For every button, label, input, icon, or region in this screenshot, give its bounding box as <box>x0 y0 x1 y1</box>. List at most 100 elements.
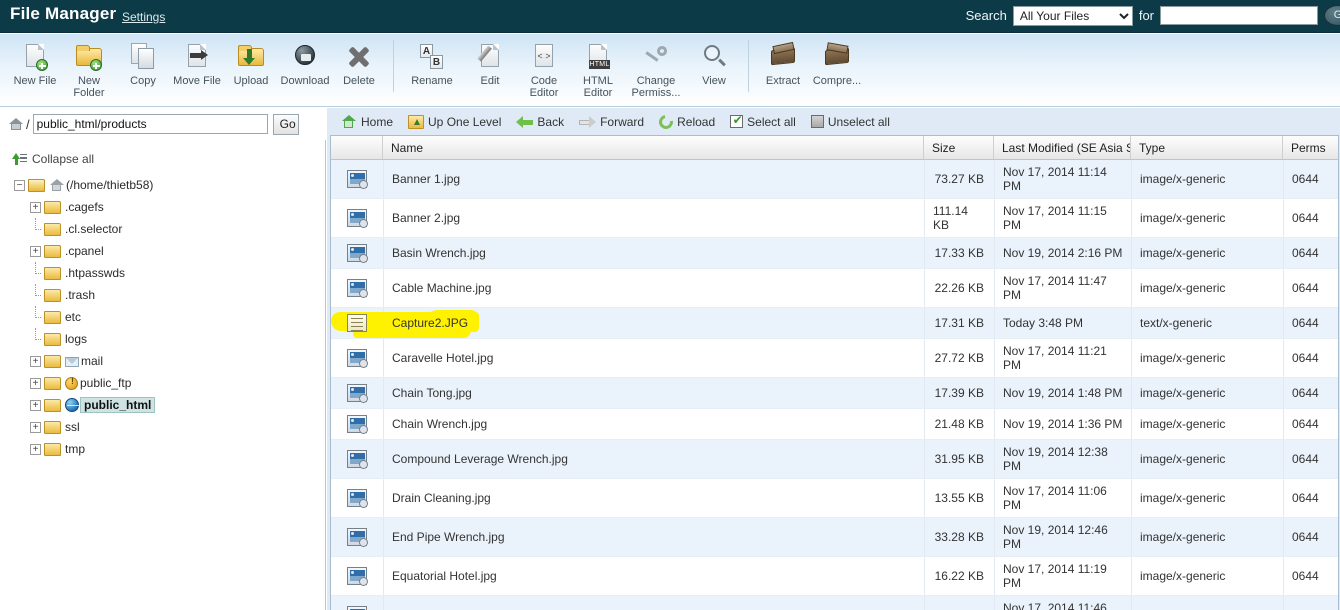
table-row[interactable]: Chain Tong.jpg 17.39 KB Nov 19, 2014 1:48 … <box>331 378 1338 409</box>
toolbar-copy[interactable]: Copy <box>116 38 170 99</box>
tree-node-tmp[interactable]: + tmp <box>0 438 326 460</box>
file-name-cell[interactable]: Caravelle Hotel.jpg <box>383 339 924 377</box>
nav-back[interactable]: Back <box>510 111 570 133</box>
file-icon-cell[interactable] <box>331 557 383 595</box>
toolbar-view[interactable]: View <box>687 38 741 99</box>
toolbar-extract[interactable]: Extract <box>756 38 810 99</box>
collapse-toggle-icon[interactable]: − <box>14 179 25 191</box>
toolbar-move-file[interactable]: Move File <box>170 38 224 99</box>
file-icon-cell[interactable] <box>331 479 383 517</box>
table-row[interactable]: Banner 2.jpg 111.14 KB Nov 17, 2014 11:15 … <box>331 199 1338 238</box>
expand-toggle-icon[interactable]: + <box>30 355 41 367</box>
nav-home[interactable]: Home <box>335 111 399 133</box>
tree-node--htpasswds[interactable]: .htpasswds <box>0 261 326 284</box>
toolbar-edit[interactable]: Edit <box>463 38 517 99</box>
file-icon-cell[interactable] <box>331 409 383 439</box>
tree-node--cl-selector[interactable]: .cl.selector <box>0 217 326 240</box>
file-icon-cell[interactable] <box>331 238 383 268</box>
table-row[interactable]: Basin Wrench.jpg 17.33 KB Nov 19, 2014 2:1… <box>331 238 1338 269</box>
file-perms-cell[interactable]: 0644 <box>1283 269 1338 307</box>
table-row[interactable]: Equatorial Hotel.jpg 16.22 KB Nov 17, 2014… <box>331 557 1338 596</box>
path-go-button[interactable]: Go <box>272 113 299 135</box>
file-icon-cell[interactable] <box>331 518 383 556</box>
table-row[interactable]: hand tools.jpg24.35 KBNov 17, 2014 11:46… <box>331 596 1338 610</box>
file-name-cell[interactable]: Chain Tong.jpg <box>383 378 924 408</box>
file-name-cell[interactable]: Basin Wrench.jpg <box>383 238 924 268</box>
toolbar-new-folder[interactable]: New Folder <box>62 38 116 99</box>
nav-unselect-all[interactable]: Unselect all <box>805 111 896 133</box>
expand-toggle-icon[interactable]: + <box>30 421 41 433</box>
toolbar-upload[interactable]: Upload <box>224 38 278 99</box>
expand-toggle-icon[interactable]: + <box>30 245 41 257</box>
nav-forward[interactable]: Forward <box>573 111 650 133</box>
search-input[interactable] <box>1160 6 1318 25</box>
path-input[interactable] <box>32 114 268 134</box>
toolbar-new-file[interactable]: New File <box>8 38 62 99</box>
tree-node--cpanel[interactable]: + .cpanel <box>0 240 326 262</box>
settings-link[interactable]: Settings <box>122 10 165 24</box>
file-name-cell[interactable]: Chain Wrench.jpg <box>383 409 924 439</box>
file-name-cell[interactable]: Capture2.JPG <box>353 308 924 338</box>
search-scope-select[interactable]: All Your Files <box>1012 5 1133 26</box>
column-header-size[interactable]: Size <box>924 136 994 159</box>
file-perms-cell[interactable]: 0644 <box>1283 160 1338 198</box>
tree-node--trash[interactable]: .trash <box>0 283 326 306</box>
nav-reload[interactable]: Reload <box>653 111 721 133</box>
file-name-cell[interactable]: Banner 1.jpg <box>383 160 924 198</box>
table-row[interactable]: Cable Machine.jpg 22.26 KB Nov 17, 2014 11… <box>331 269 1338 308</box>
file-icon-cell[interactable] <box>331 269 383 307</box>
file-icon-cell[interactable] <box>331 339 383 377</box>
file-name-cell[interactable]: Banner 2.jpg <box>383 199 924 237</box>
file-name-cell[interactable]: hand tools.jpg <box>383 596 924 610</box>
file-perms-cell[interactable]: 0644 <box>1283 199 1338 237</box>
table-row[interactable]: Banner 1.jpg 73.27 KB Nov 17, 2014 11:14 P… <box>331 160 1338 199</box>
tree-node-public-html[interactable]: + public_html <box>0 394 326 416</box>
file-name-cell[interactable]: End Pipe Wrench.jpg <box>383 518 924 556</box>
table-row[interactable]: End Pipe Wrench.jpg 33.28 KB Nov 19, 2014 … <box>331 518 1338 557</box>
table-row[interactable]: Drain Cleaning.jpg 13.55 KB Nov 17, 2014 1… <box>331 479 1338 518</box>
toolbar-html-editor[interactable]: HTML HTML Editor <box>571 38 625 99</box>
file-perms-cell[interactable]: 0644 <box>1283 596 1338 610</box>
file-icon-cell[interactable] <box>331 378 383 408</box>
toolbar-download[interactable]: Download <box>278 38 332 99</box>
column-header-type[interactable]: Type <box>1131 136 1283 159</box>
expand-toggle-icon[interactable]: + <box>30 443 41 455</box>
toolbar-rename[interactable]: AB Rename <box>401 38 463 99</box>
tree-node-root[interactable]: − (/home/thietb58) <box>0 174 326 196</box>
tree-node-logs[interactable]: logs <box>0 327 326 350</box>
nav-select-all[interactable]: Select all <box>724 111 802 133</box>
file-icon-cell[interactable] <box>331 440 383 478</box>
file-name-cell[interactable]: Drain Cleaning.jpg <box>383 479 924 517</box>
tree-node-public-ftp[interactable]: + public_ftp <box>0 372 326 394</box>
table-row[interactable]: Caravelle Hotel.jpg 27.72 KB Nov 17, 2014 … <box>331 339 1338 378</box>
column-header-name[interactable]: Name <box>383 136 924 159</box>
file-name-cell[interactable]: Compound Leverage Wrench.jpg <box>383 440 924 478</box>
file-perms-cell[interactable]: 0644 <box>1283 238 1338 268</box>
tree-node-mail[interactable]: + mail <box>0 350 326 372</box>
file-name-cell[interactable]: Equatorial Hotel.jpg <box>383 557 924 595</box>
expand-toggle-icon[interactable]: + <box>30 201 41 213</box>
toolbar-compress[interactable]: Compre... <box>810 38 864 99</box>
tree-node-etc[interactable]: etc <box>0 305 326 328</box>
file-icon-cell[interactable] <box>331 160 383 198</box>
file-icon-cell[interactable] <box>331 199 383 237</box>
file-perms-cell[interactable]: 0644 <box>1283 518 1338 556</box>
file-perms-cell[interactable]: 0644 <box>1283 479 1338 517</box>
collapse-all-button[interactable]: Collapse all <box>12 152 94 166</box>
expand-toggle-icon[interactable]: + <box>30 377 41 389</box>
table-row[interactable]: Capture2.JPG 17.31 KB Today 3:48 PM text/x-… <box>331 308 1338 339</box>
file-perms-cell[interactable]: 0644 <box>1283 557 1338 595</box>
search-go-button[interactable]: G <box>1324 5 1340 26</box>
column-header-perms[interactable]: Perms <box>1283 136 1338 159</box>
toolbar-code-editor[interactable]: < > Code Editor <box>517 38 571 99</box>
file-perms-cell[interactable]: 0644 <box>1283 440 1338 478</box>
toolbar-change-permissions[interactable]: Change Permiss... <box>625 38 687 99</box>
file-name-cell[interactable]: Cable Machine.jpg <box>383 269 924 307</box>
file-perms-cell[interactable]: 0644 <box>1283 378 1338 408</box>
nav-up-one-level[interactable]: Up One Level <box>402 111 507 133</box>
table-row[interactable]: Compound Leverage Wrench.jpg 31.95 KB Nov … <box>331 440 1338 479</box>
file-icon-cell[interactable] <box>331 596 383 610</box>
expand-toggle-icon[interactable]: + <box>30 399 41 411</box>
file-perms-cell[interactable]: 0644 <box>1283 308 1338 338</box>
tree-node--cagefs[interactable]: + .cagefs <box>0 196 326 218</box>
